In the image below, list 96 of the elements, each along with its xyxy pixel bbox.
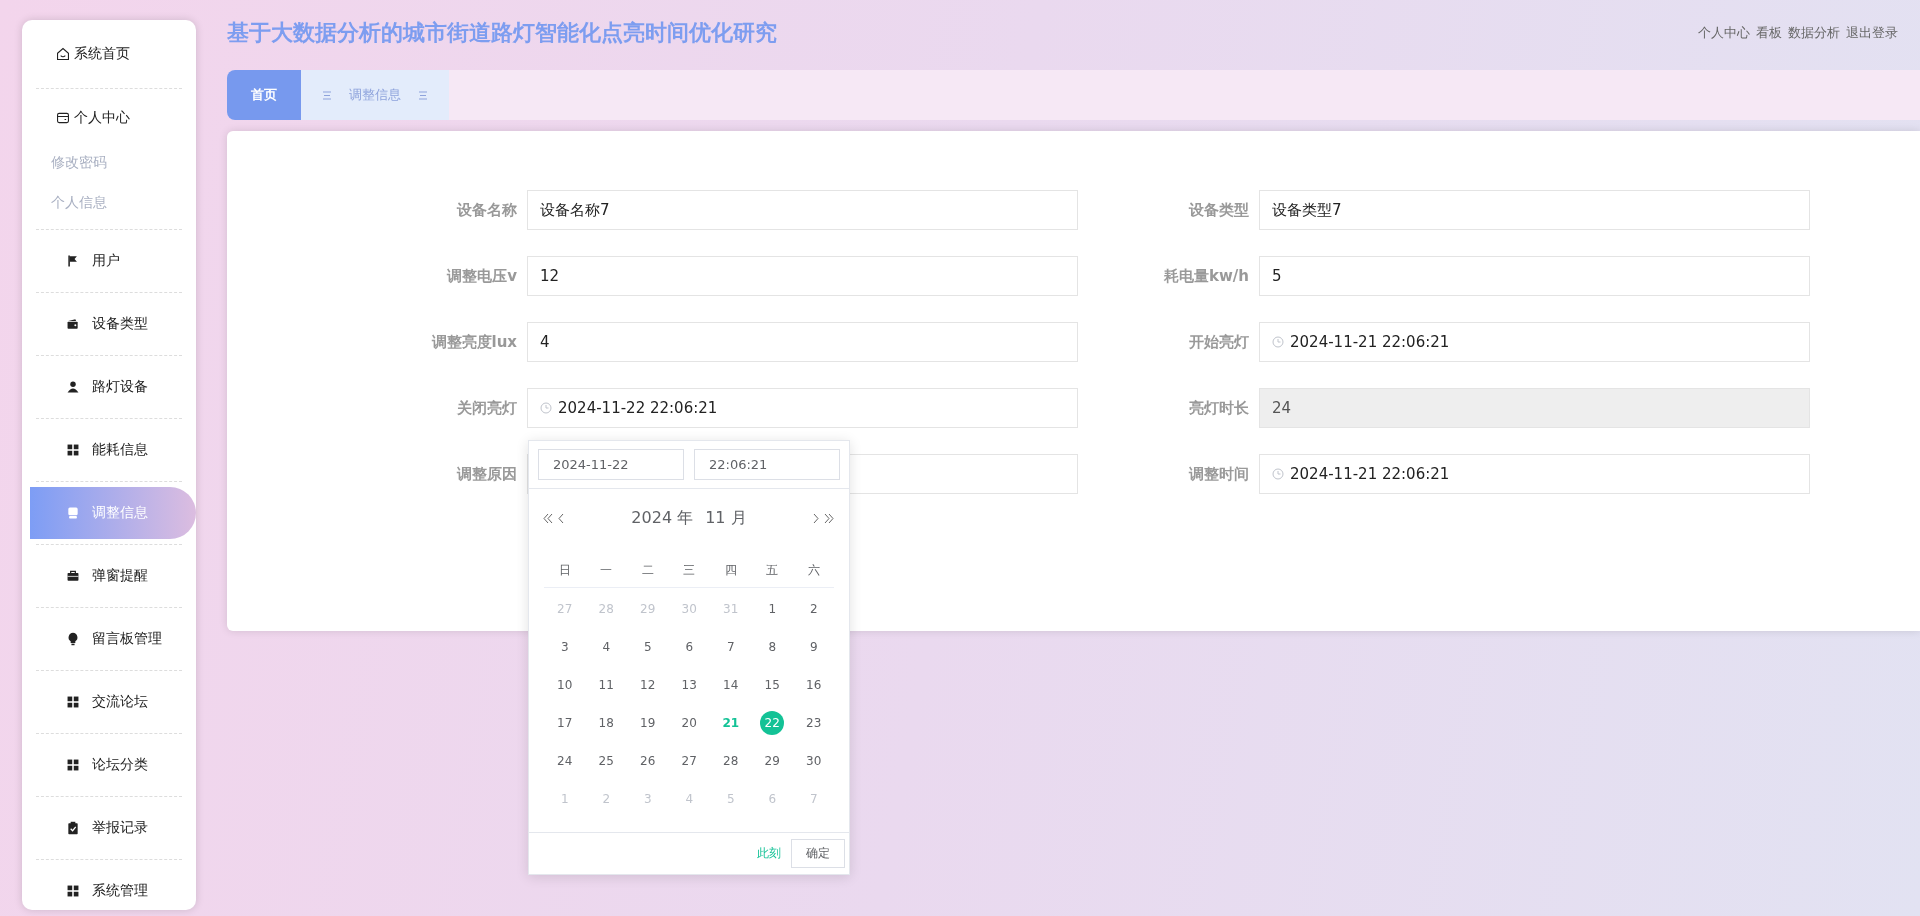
sidebar-item[interactable]: 留言板管理 — [22, 608, 196, 670]
chevron-right-icon[interactable] — [811, 512, 822, 524]
input-field[interactable]: 5 — [1259, 256, 1810, 296]
calendar-day[interactable]: 1 — [760, 597, 785, 621]
app-title: 基于大数据分析的城市街道路灯智能化点亮时间优化研究 — [227, 19, 777, 47]
card-icon — [56, 111, 70, 125]
calendar-day[interactable]: 18 — [594, 711, 619, 735]
sidebar-item[interactable]: 举报记录 — [22, 797, 196, 859]
input-field[interactable]: 2024-11-21 22:06:21 — [1259, 454, 1810, 494]
calendar-day[interactable]: 29 — [760, 749, 785, 773]
sidebar-item[interactable]: 用户 — [22, 230, 196, 292]
field-label: 关闭亮灯 — [457, 398, 517, 418]
calendar-day[interactable]: 24 — [552, 749, 577, 773]
input-field[interactable]: 4 — [527, 322, 1078, 362]
clipboard-check-icon — [66, 821, 80, 835]
grid-icon — [66, 443, 80, 457]
monitor-icon — [66, 506, 80, 520]
calendar-day[interactable]: 30 — [801, 749, 826, 773]
weekday-label: 一 — [599, 561, 614, 579]
lightbulb-icon — [66, 632, 80, 646]
calendar-day[interactable]: 9 — [801, 635, 826, 659]
time-input[interactable]: 22:06:21 — [694, 449, 840, 480]
briefcase-icon — [66, 569, 80, 583]
clock-icon — [540, 402, 552, 414]
calendar-day[interactable]: 7 — [718, 635, 743, 659]
sidebar-item[interactable]: 弹窗提醒 — [22, 545, 196, 607]
calendar-day[interactable]: 17 — [552, 711, 577, 735]
header-link[interactable]: 退出登录 — [1846, 24, 1898, 42]
calendar-day[interactable]: 6 — [677, 635, 702, 659]
sidebar-item[interactable]: 系统管理 — [22, 860, 196, 910]
calendar-day[interactable]: 23 — [801, 711, 826, 735]
calendar-day[interactable]: 11 — [594, 673, 619, 697]
calendar-day[interactable]: 14 — [718, 673, 743, 697]
calendar-day[interactable]: 25 — [594, 749, 619, 773]
sidebar-item[interactable]: 交流论坛 — [22, 671, 196, 733]
weekday-label: 日 — [557, 561, 572, 579]
calendar-day[interactable]: 28 — [718, 749, 743, 773]
input-field[interactable]: 设备类型7 — [1259, 190, 1810, 230]
sidebar-item[interactable]: 论坛分类 — [22, 734, 196, 796]
calendar-day[interactable]: 3 — [552, 635, 577, 659]
sidebar-item[interactable]: 设备类型 — [22, 293, 196, 355]
header-link[interactable]: 个人中心 — [1698, 24, 1750, 42]
calendar-day[interactable]: 26 — [635, 749, 660, 773]
calendar-day[interactable]: 13 — [677, 673, 702, 697]
calendar-day[interactable]: 2 — [801, 597, 826, 621]
field-label: 设备类型 — [1189, 200, 1249, 220]
input-field[interactable]: 2024-11-22 22:06:21 — [527, 388, 1078, 428]
weekday-label: 三 — [682, 561, 697, 579]
double-chevron-left-icon[interactable] — [543, 512, 554, 524]
calendar-day[interactable]: 8 — [760, 635, 785, 659]
calendar-day[interactable]: 5 — [635, 635, 660, 659]
field-label: 调整亮度lux — [431, 332, 517, 352]
grid-icon — [66, 695, 80, 709]
sidebar-item[interactable]: 能耗信息 — [22, 419, 196, 481]
input-field[interactable]: 设备名称7 — [527, 190, 1078, 230]
calendar-day[interactable]: 4 — [594, 635, 619, 659]
confirm-button[interactable]: 确定 — [791, 839, 845, 868]
calendar-day[interactable]: 20 — [677, 711, 702, 735]
header-link[interactable]: 数据分析 — [1788, 24, 1840, 42]
sidebar-item[interactable]: 系统首页 — [22, 20, 196, 88]
field-label: 调整时间 — [1189, 464, 1249, 484]
calendar-day[interactable]: 16 — [801, 673, 826, 697]
weekday-label: 六 — [806, 561, 821, 579]
grid-icon — [66, 758, 80, 772]
input-field[interactable]: 2024-11-21 22:06:21 — [1259, 322, 1810, 362]
month-label[interactable]: 11 月 — [705, 507, 747, 529]
double-chevron-right-icon[interactable] — [824, 512, 835, 524]
person-icon — [66, 380, 80, 394]
menu-icon — [323, 90, 331, 100]
wallet-icon — [66, 317, 80, 331]
date-input[interactable]: 2024-11-22 — [538, 449, 684, 480]
flag-icon — [66, 254, 80, 268]
clock-icon — [1272, 468, 1284, 480]
field-label: 耗电量kw/h — [1164, 266, 1249, 286]
weekday-label: 五 — [765, 561, 780, 579]
weekday-label: 二 — [640, 561, 655, 579]
field-label: 亮灯时长 — [1189, 398, 1249, 418]
input-field[interactable]: 12 — [527, 256, 1078, 296]
weekday-label: 四 — [723, 561, 738, 579]
calendar-day[interactable]: 12 — [635, 673, 660, 697]
calendar-day[interactable]: 15 — [760, 673, 785, 697]
year-label[interactable]: 2024 年 — [631, 507, 694, 529]
header-link[interactable]: 看板 — [1756, 24, 1782, 42]
field-label: 设备名称 — [457, 200, 517, 220]
calendar-day[interactable]: 10 — [552, 673, 577, 697]
sidebar-item[interactable]: 个人中心 — [22, 89, 196, 143]
field-label: 开始亮灯 — [1189, 332, 1249, 352]
calendar-day[interactable]: 19 — [635, 711, 660, 735]
calendar-day[interactable]: 27 — [677, 749, 702, 773]
menu-icon — [419, 90, 427, 100]
grid-icon — [66, 884, 80, 898]
field-label: 调整电压v — [447, 266, 517, 286]
field-label: 调整原因 — [457, 464, 517, 484]
home-icon — [56, 47, 70, 61]
clock-icon — [1272, 336, 1284, 348]
sidebar-item[interactable]: 路灯设备 — [22, 356, 196, 418]
